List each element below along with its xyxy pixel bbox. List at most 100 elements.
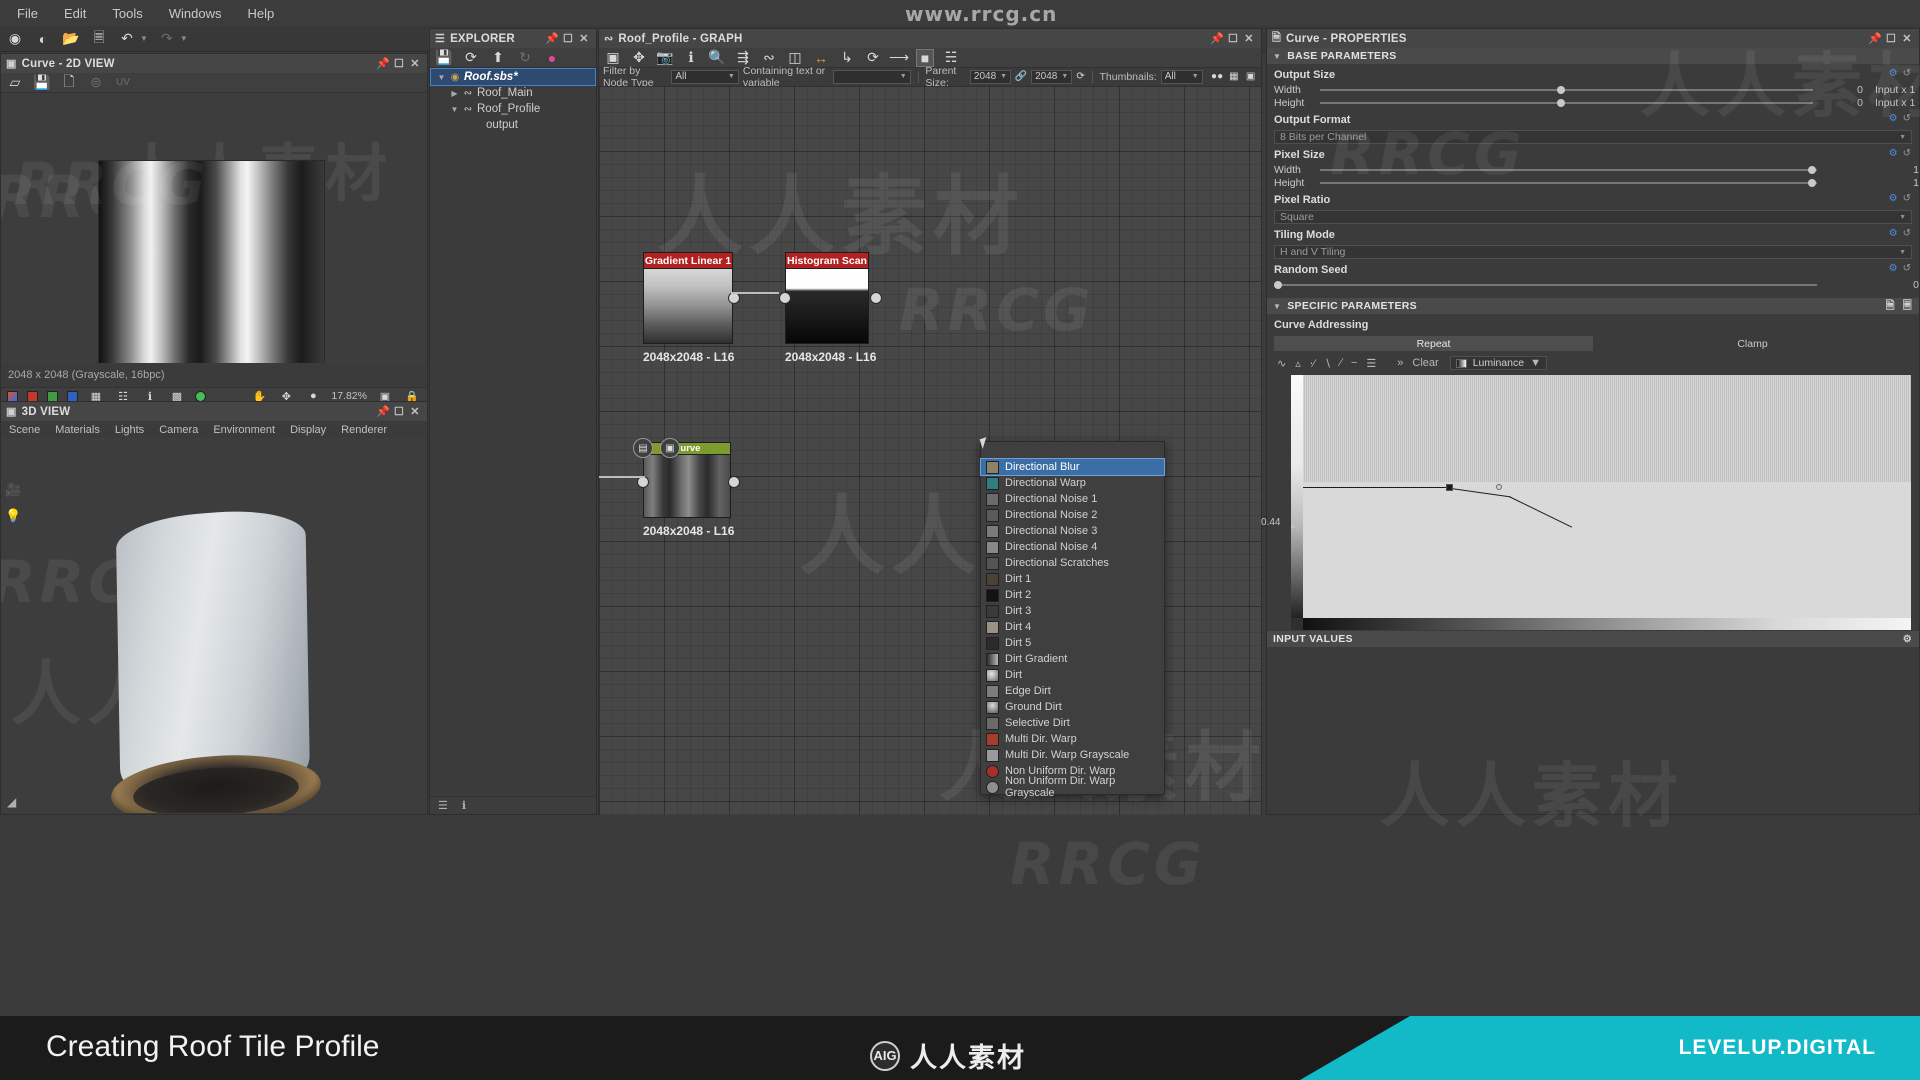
menu-item-windows[interactable]: Windows <box>156 3 235 24</box>
pin-icon[interactable]: 📌 <box>545 32 559 46</box>
explorer-item-roof-main[interactable]: ▶ ∾ Roof_Main <box>430 85 596 101</box>
close-icon[interactable]: ✕ <box>1242 32 1256 46</box>
reset-parameter-icon[interactable]: ↺ <box>1903 193 1911 204</box>
bezier-left-icon[interactable]: ∖ <box>1324 357 1331 370</box>
reroute-icon[interactable]: ↳ <box>838 49 856 67</box>
dot-icon[interactable]: ●● <box>1211 68 1224 86</box>
pixel-size-height-slider[interactable] <box>1320 177 1817 189</box>
menu-item-dirt-4[interactable]: Dirt 4 <box>981 619 1164 635</box>
close-icon[interactable]: ✕ <box>1900 32 1914 46</box>
node-search-dropdown[interactable]: Directional Blur Directional Warp Direct… <box>980 441 1165 799</box>
expose-parameter-icon[interactable]: ⚙ <box>1889 193 1898 204</box>
curve-tangent-handle[interactable] <box>1496 484 1502 490</box>
curve-tool-icon[interactable]: ⟶ <box>889 49 909 67</box>
menu-item-directional-scratches[interactable]: Directional Scratches <box>981 555 1164 571</box>
light-icon[interactable]: 💡 <box>5 508 21 524</box>
resize-icon[interactable]: ◢ <box>7 795 16 809</box>
curve-control-point[interactable] <box>1446 484 1453 491</box>
menu-item-tools[interactable]: Tools <box>99 3 155 24</box>
expose-parameter-icon[interactable]: ⚙ <box>1889 263 1898 274</box>
bezier-right-icon[interactable]: ∕ <box>1340 357 1342 369</box>
save-icon[interactable]: 💾 <box>435 49 453 67</box>
clear-label[interactable]: Clear <box>1412 357 1438 369</box>
reload-icon[interactable]: ↻ <box>516 49 534 67</box>
output-format-select[interactable]: 8 Bits per Channel ▼ <box>1274 130 1912 144</box>
expose-parameter-icon[interactable]: ⚙ <box>1889 113 1898 124</box>
preset-save-icon[interactable]: 🗎 <box>1886 297 1895 316</box>
menu3d-scene[interactable]: Scene <box>9 424 40 436</box>
node-gradient-linear-1[interactable]: Gradient Linear 1 2048x2048 - L16 <box>643 252 741 364</box>
chevron-down-icon[interactable]: ▼ <box>448 105 461 114</box>
menu3d-environment[interactable]: Environment <box>213 424 275 436</box>
pin-icon[interactable]: 📌 <box>376 57 390 71</box>
channels-icon[interactable]: ⊜ <box>87 74 105 92</box>
menu3d-renderer[interactable]: Renderer <box>341 424 387 436</box>
histogram-icon[interactable]: ☰ <box>1366 357 1376 370</box>
explorer-item-output[interactable]: output <box>430 117 596 133</box>
menu3d-materials[interactable]: Materials <box>55 424 100 436</box>
node-wire[interactable] <box>731 292 779 294</box>
zoom-icon[interactable]: 🔍 <box>708 49 726 67</box>
link-icon[interactable]: 🔗 <box>1015 68 1027 86</box>
output-flag-icon[interactable]: ▤ <box>633 438 653 458</box>
explorer-item-roof-profile[interactable]: ▼ ∾ Roof_Profile <box>430 101 596 117</box>
menu-item-dirt[interactable]: Dirt <box>981 667 1164 683</box>
menu3d-camera[interactable]: Camera <box>159 424 198 436</box>
explorer-item-roof-sbs[interactable]: ▼ ◉ Roof.sbs* <box>430 68 596 86</box>
broken-icon[interactable]: ⋅∕ <box>1310 357 1315 370</box>
refresh-icon[interactable]: ⟳ <box>462 49 480 67</box>
green-channel-icon[interactable] <box>47 390 58 402</box>
color-mode-icon[interactable] <box>7 390 18 402</box>
node-curve[interactable]: Curve 2048x2048 - L16 <box>637 442 741 538</box>
new-package-icon[interactable]: ◐ <box>34 30 52 48</box>
filter-node-type-select[interactable]: All ▼ <box>671 69 739 84</box>
open-folder-icon[interactable]: 📂 <box>62 30 80 48</box>
corner-icon[interactable]: ▵ <box>1295 357 1301 370</box>
publish-icon[interactable]: ⬆ <box>489 49 507 67</box>
section-base-parameters[interactable]: ▼ BASE PARAMETERS <box>1267 48 1919 64</box>
curve-editor[interactable] <box>1291 375 1911 639</box>
maximize-icon[interactable]: ☐ <box>561 32 575 46</box>
tab-repeat[interactable]: Repeat <box>1274 336 1593 351</box>
menu3d-display[interactable]: Display <box>290 424 326 436</box>
more-icon[interactable]: » <box>1397 357 1403 369</box>
close-icon[interactable]: ✕ <box>408 405 422 419</box>
new-substance-icon[interactable]: ● <box>543 49 561 67</box>
undo-icon[interactable]: ↶ <box>118 30 136 48</box>
slider-knob[interactable] <box>1556 98 1565 107</box>
blue-channel-icon[interactable] <box>67 390 78 402</box>
menu-item-file[interactable]: File <box>4 3 51 24</box>
display-icon[interactable]: ▣ <box>1244 68 1257 86</box>
slider-knob[interactable] <box>1556 85 1565 94</box>
info-icon[interactable]: ℹ <box>462 799 466 812</box>
section-input-values[interactable]: INPUT VALUES ⚙ <box>1267 631 1919 647</box>
2d-view-canvas[interactable]: RRCG 人人素材 <box>1 93 427 363</box>
pin-icon[interactable]: 📌 <box>1868 32 1882 46</box>
reset-parameter-icon[interactable]: ↺ <box>1903 148 1911 159</box>
output-size-height-value[interactable]: 0 <box>1823 97 1863 109</box>
pixel-ratio-select[interactable]: Square ▼ <box>1274 210 1912 224</box>
menu-item-help[interactable]: Help <box>234 3 287 24</box>
maximize-icon[interactable]: ☐ <box>392 405 406 419</box>
grid-toggle-icon[interactable]: ▦ <box>1227 68 1240 86</box>
node-output-port[interactable] <box>870 292 883 304</box>
menu-item-multi-dir-warp-grayscale[interactable]: Multi Dir. Warp Grayscale <box>981 747 1164 763</box>
new-graph-icon[interactable]: ◉ <box>6 30 24 48</box>
close-icon[interactable]: ✕ <box>577 32 591 46</box>
save-all-icon[interactable]: 🗏 <box>90 29 108 48</box>
maximize-icon[interactable]: ☐ <box>1226 32 1240 46</box>
menu-item-directional-noise-1[interactable]: Directional Noise 1 <box>981 491 1164 507</box>
node-output-port[interactable] <box>728 476 741 488</box>
info-icon[interactable]: ℹ <box>682 49 700 67</box>
menu-item-dirt-1[interactable]: Dirt 1 <box>981 571 1164 587</box>
node-wire[interactable] <box>599 476 645 478</box>
pin-icon[interactable]: 📌 <box>376 405 390 419</box>
parent-size-width-select[interactable]: 2048 ▼ <box>969 69 1012 84</box>
slider-knob[interactable] <box>1808 178 1816 187</box>
tab-clamp[interactable]: Clamp <box>1593 336 1912 351</box>
red-channel-icon[interactable] <box>27 390 38 402</box>
curve-channel-select[interactable]: Luminance ▼ <box>1449 356 1547 370</box>
node-input-port[interactable] <box>779 292 791 304</box>
chevron-down-icon[interactable]: ▼ <box>435 73 448 82</box>
thumbnails-select[interactable]: All ▼ <box>1160 69 1203 84</box>
